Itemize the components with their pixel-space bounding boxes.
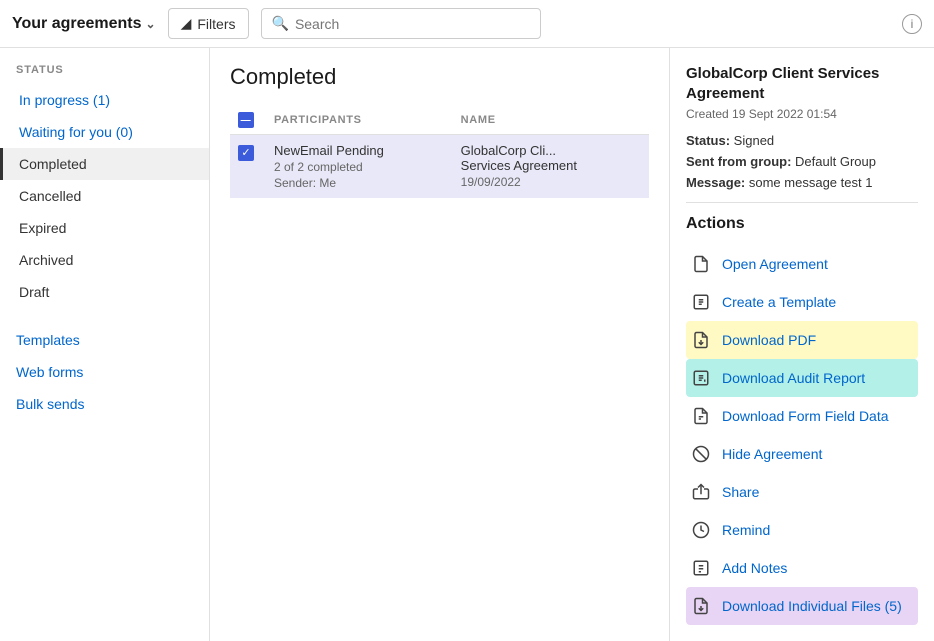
- select-all-checkbox[interactable]: [238, 112, 254, 128]
- content-area: Completed PARTICIPANTS NAME NewEm: [210, 48, 669, 641]
- table-header-checkbox: [230, 106, 266, 135]
- sidebar-item-bulk-sends[interactable]: Bulk sends: [0, 388, 209, 420]
- download-form-label: Download Form Field Data: [722, 408, 889, 424]
- open-agreement-label: Open Agreement: [722, 256, 828, 272]
- action-download-audit[interactable]: Download Audit Report: [686, 359, 918, 397]
- participant-sub1: 2 of 2 completed: [274, 160, 445, 174]
- participant-sub2: Sender: Me: [274, 176, 445, 190]
- sidebar-divider: [0, 308, 209, 324]
- search-input[interactable]: [295, 16, 530, 32]
- row-checkbox[interactable]: [238, 145, 254, 161]
- download-audit-label: Download Audit Report: [722, 370, 865, 386]
- panel-status-value: Signed: [734, 133, 774, 148]
- row-checkbox-cell: [230, 135, 266, 199]
- agreement-name-line1: GlobalCorp Cli...: [461, 143, 641, 158]
- top-bar: Your agreements ⌄ ◢ Filters 🔍 i: [0, 0, 934, 48]
- table-header-participants: PARTICIPANTS: [266, 106, 453, 135]
- search-icon: 🔍: [272, 15, 289, 32]
- download-individual-icon: [690, 595, 712, 617]
- filter-icon: ◢: [181, 15, 192, 32]
- panel-status-label: Status:: [686, 133, 734, 148]
- action-open-agreement[interactable]: Open Agreement: [686, 245, 918, 283]
- info-icon[interactable]: i: [902, 14, 922, 34]
- panel-message-label: Message:: [686, 175, 749, 190]
- agreement-name-line2: Services Agreement: [461, 158, 641, 173]
- create-template-icon: [690, 291, 712, 313]
- download-pdf-icon: [690, 329, 712, 351]
- sidebar-item-completed[interactable]: Completed: [0, 148, 209, 180]
- agreements-table: PARTICIPANTS NAME NewEmail Pending 2 of …: [230, 106, 649, 198]
- action-remind[interactable]: Remind: [686, 511, 918, 549]
- agreement-date: 19/09/2022: [461, 175, 641, 189]
- action-add-notes[interactable]: Add Notes: [686, 549, 918, 587]
- sidebar-item-expired[interactable]: Expired: [0, 212, 209, 244]
- sidebar-item-web-forms[interactable]: Web forms: [0, 356, 209, 388]
- panel-sent-from-group: Sent from group: Default Group: [686, 154, 918, 169]
- panel-message: Message: some message test 1: [686, 175, 918, 190]
- add-notes-icon: [690, 557, 712, 579]
- participant-name: NewEmail Pending: [274, 143, 445, 158]
- action-download-pdf[interactable]: Download PDF: [686, 321, 918, 359]
- search-box: 🔍: [261, 8, 541, 39]
- sidebar-item-waiting[interactable]: Waiting for you (0): [0, 116, 209, 148]
- action-hide-agreement[interactable]: Hide Agreement: [686, 435, 918, 473]
- table-header-name: NAME: [453, 106, 649, 135]
- download-pdf-label: Download PDF: [722, 332, 816, 348]
- action-create-template[interactable]: Create a Template: [686, 283, 918, 321]
- main-layout: STATUS In progress (1) Waiting for you (…: [0, 48, 934, 641]
- action-share[interactable]: Share: [686, 473, 918, 511]
- panel-group-value: Default Group: [795, 154, 876, 169]
- row-participants: NewEmail Pending 2 of 2 completed Sender…: [266, 135, 453, 199]
- sidebar-item-templates[interactable]: Templates: [0, 324, 209, 356]
- panel-divider: [686, 202, 918, 203]
- your-agreements-dropdown[interactable]: Your agreements ⌄: [12, 15, 156, 33]
- filters-button[interactable]: ◢ Filters: [168, 8, 249, 39]
- panel-title: GlobalCorp Client Services Agreement: [686, 64, 918, 103]
- table-row[interactable]: NewEmail Pending 2 of 2 completed Sender…: [230, 135, 649, 199]
- open-agreement-icon: [690, 253, 712, 275]
- download-individual-label: Download Individual Files (5): [722, 598, 902, 614]
- sidebar-item-draft[interactable]: Draft: [0, 276, 209, 308]
- sidebar-item-archived[interactable]: Archived: [0, 244, 209, 276]
- chevron-down-icon: ⌄: [146, 17, 156, 31]
- row-name: GlobalCorp Cli... Services Agreement 19/…: [453, 135, 649, 199]
- remind-icon: [690, 519, 712, 541]
- action-download-individual[interactable]: Download Individual Files (5): [686, 587, 918, 625]
- panel-group-label: Sent from group:: [686, 154, 795, 169]
- content-title: Completed: [230, 64, 649, 90]
- actions-title: Actions: [686, 215, 918, 233]
- sidebar: STATUS In progress (1) Waiting for you (…: [0, 48, 210, 641]
- add-notes-label: Add Notes: [722, 560, 787, 576]
- your-agreements-label: Your agreements: [12, 15, 142, 33]
- share-icon: [690, 481, 712, 503]
- sidebar-item-cancelled[interactable]: Cancelled: [0, 180, 209, 212]
- download-audit-icon: [690, 367, 712, 389]
- download-form-icon: [690, 405, 712, 427]
- sidebar-item-in-progress[interactable]: In progress (1): [0, 84, 209, 116]
- filters-label: Filters: [197, 16, 235, 32]
- panel-message-value: some message test 1: [749, 175, 873, 190]
- hide-agreement-label: Hide Agreement: [722, 446, 822, 462]
- hide-agreement-icon: [690, 443, 712, 465]
- panel-created: Created 19 Sept 2022 01:54: [686, 107, 918, 121]
- action-download-form[interactable]: Download Form Field Data: [686, 397, 918, 435]
- status-section-label: STATUS: [0, 64, 209, 84]
- right-panel: GlobalCorp Client Services Agreement Cre…: [669, 48, 934, 641]
- create-template-label: Create a Template: [722, 294, 836, 310]
- panel-status: Status: Signed: [686, 133, 918, 148]
- share-label: Share: [722, 484, 759, 500]
- remind-label: Remind: [722, 522, 770, 538]
